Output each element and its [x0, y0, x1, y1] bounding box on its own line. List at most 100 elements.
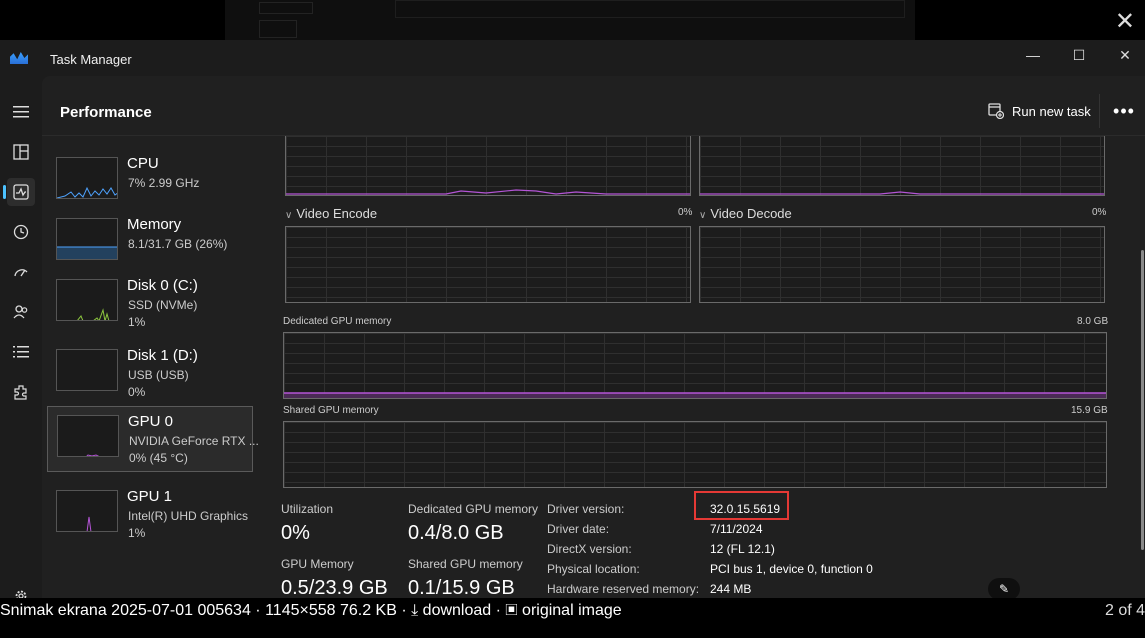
annotation-highlight-box: [694, 491, 789, 520]
video-encode-label[interactable]: ∨ Video Encode: [285, 206, 377, 221]
device-item-gpu0[interactable]: GPU 0 NVIDIA GeForce RTX ... 0% (45 °C): [47, 406, 259, 472]
background-element: [259, 20, 297, 38]
caption-text: Snimak ekrana 2025-07-01 005634 · 1145×5…: [0, 602, 622, 620]
disk0-thumbnail-graph: [56, 279, 118, 321]
minimize-button[interactable]: —: [1010, 40, 1056, 70]
background-element: [395, 0, 905, 18]
services-icon[interactable]: [7, 378, 35, 406]
task-manager-icon: [10, 52, 28, 64]
gpu-memory-value: 0.5/23.9 GB: [281, 577, 388, 599]
download-icon[interactable]: ⤓: [411, 602, 418, 619]
device-name: GPU 0: [128, 413, 174, 430]
driver-version-label: Driver version:: [547, 502, 625, 516]
processes-icon[interactable]: [7, 138, 35, 166]
window-close-button[interactable]: ✕: [1102, 40, 1145, 70]
magic-wand-icon[interactable]: ✎: [988, 578, 1020, 600]
device-detail: 7% 2.99 GHz: [128, 176, 200, 190]
directx-version-value: 12 (FL 12.1): [710, 542, 775, 556]
toolbar-separator: [1099, 94, 1100, 128]
caption-separator: ·: [495, 602, 506, 619]
background-element: [259, 2, 313, 14]
title-bar: Task Manager — ☐ ✕: [0, 40, 1145, 76]
download-link[interactable]: download: [423, 602, 492, 619]
video-encode-value: 0%: [678, 207, 693, 218]
video-decode-graph: [699, 226, 1105, 303]
shared-memory-value: 0.1/15.9 GB: [408, 577, 515, 599]
device-usage: 1%: [128, 526, 146, 540]
more-options-icon[interactable]: •••: [1110, 98, 1138, 124]
gpu-memory-label: GPU Memory: [281, 557, 354, 571]
background-window: [225, 0, 915, 40]
device-item-memory[interactable]: Memory 8.1/31.7 GB (26%): [47, 210, 253, 276]
caption-separator: ·: [401, 602, 412, 619]
video-decode-label[interactable]: ∨ Video Decode: [699, 206, 792, 221]
shared-memory-graph-label: Shared GPU memory: [283, 405, 379, 416]
run-new-task-label: Run new task: [1012, 103, 1091, 119]
shared-memory-label: Shared GPU memory: [408, 557, 523, 571]
scrollbar[interactable]: [1141, 250, 1144, 550]
utilization-value: 0%: [281, 522, 310, 544]
device-name: GPU 1: [127, 488, 173, 505]
device-item-gpu1[interactable]: GPU 1 Intel(R) UHD Graphics 1%: [47, 482, 253, 548]
device-name: Memory: [127, 216, 182, 233]
memory-thumbnail-graph: [56, 218, 118, 260]
device-detail: NVIDIA GeForce RTX ...: [129, 434, 259, 448]
window-title: Task Manager: [50, 52, 132, 67]
device-usage: 0% (45 °C): [129, 451, 188, 465]
performance-icon[interactable]: [3, 178, 35, 206]
directx-version-label: DirectX version:: [547, 542, 632, 556]
driver-date-label: Driver date:: [547, 522, 610, 536]
shared-memory-graph-max: 15.9 GB: [1071, 405, 1108, 416]
device-item-disk0[interactable]: Disk 0 (C:) SSD (NVMe) 1%: [47, 271, 253, 337]
chevron-down-icon: ∨: [699, 210, 707, 221]
device-name: Disk 1 (D:): [127, 347, 198, 364]
device-detail: SSD (NVMe): [128, 298, 198, 312]
device-item-disk1[interactable]: Disk 1 (D:) USB (USB) 0%: [47, 341, 253, 407]
image-icon[interactable]: ▣: [505, 602, 517, 619]
maximize-button[interactable]: ☐: [1056, 40, 1102, 70]
cpu-thumbnail-graph: [56, 157, 118, 199]
chevron-down-icon: ∨: [285, 210, 293, 221]
dedicated-memory-graph: [283, 332, 1107, 399]
device-name: Disk 0 (C:): [127, 277, 198, 294]
gpu1-thumbnail-graph: [56, 490, 118, 532]
device-item-cpu[interactable]: CPU 7% 2.99 GHz: [47, 149, 253, 215]
caption-filename: Snimak ekrana 2025-07-01 005634: [0, 602, 251, 619]
device-detail: 8.1/31.7 GB (26%): [128, 237, 228, 251]
engine-graph-partial: [699, 136, 1105, 196]
device-name: CPU: [127, 155, 159, 172]
page-title: Performance: [60, 104, 152, 121]
dedicated-memory-graph-label: Dedicated GPU memory: [283, 316, 392, 327]
video-encode-title: Video Encode: [296, 206, 378, 221]
disk1-thumbnail-graph: [56, 349, 118, 391]
run-new-task-button[interactable]: Run new task: [988, 98, 1091, 124]
image-counter: 2 of 4: [1104, 602, 1145, 619]
caption-meta: 1145×558 76.2 KB: [265, 602, 397, 619]
video-decode-title: Video Decode: [710, 206, 792, 221]
video-encode-graph: [285, 226, 691, 303]
device-detail: Intel(R) UHD Graphics: [128, 509, 249, 523]
reserved-memory-value: 244 MB: [710, 582, 752, 596]
reserved-memory-label: Hardware reserved memory:: [547, 582, 700, 596]
nav-rail: [0, 76, 42, 602]
users-icon[interactable]: [7, 298, 35, 326]
startup-apps-icon[interactable]: [7, 258, 35, 286]
main-content: Performance Run new task ••• CPU 7% 2.99…: [42, 76, 1145, 600]
shared-memory-graph: [283, 421, 1107, 488]
hamburger-menu-icon[interactable]: [7, 98, 35, 126]
run-task-icon: [988, 103, 1004, 119]
dedicated-memory-graph-max: 8.0 GB: [1077, 316, 1109, 327]
original-image-link[interactable]: original image: [522, 602, 622, 619]
gpu0-thumbnail-graph: [57, 415, 119, 457]
device-usage: 0%: [128, 385, 146, 399]
dedicated-memory-value: 0.4/8.0 GB: [408, 522, 504, 544]
close-icon[interactable]: ✕: [1115, 10, 1135, 34]
utilization-label: Utilization: [281, 502, 334, 516]
physical-location-value: PCI bus 1, device 0, function 0: [710, 562, 873, 576]
device-detail: USB (USB): [128, 368, 189, 382]
device-usage: 1%: [128, 315, 146, 329]
dedicated-memory-label: Dedicated GPU memory: [408, 502, 539, 516]
video-decode-value: 0%: [1092, 207, 1107, 218]
app-history-icon[interactable]: [7, 218, 35, 246]
details-icon[interactable]: [7, 338, 35, 366]
